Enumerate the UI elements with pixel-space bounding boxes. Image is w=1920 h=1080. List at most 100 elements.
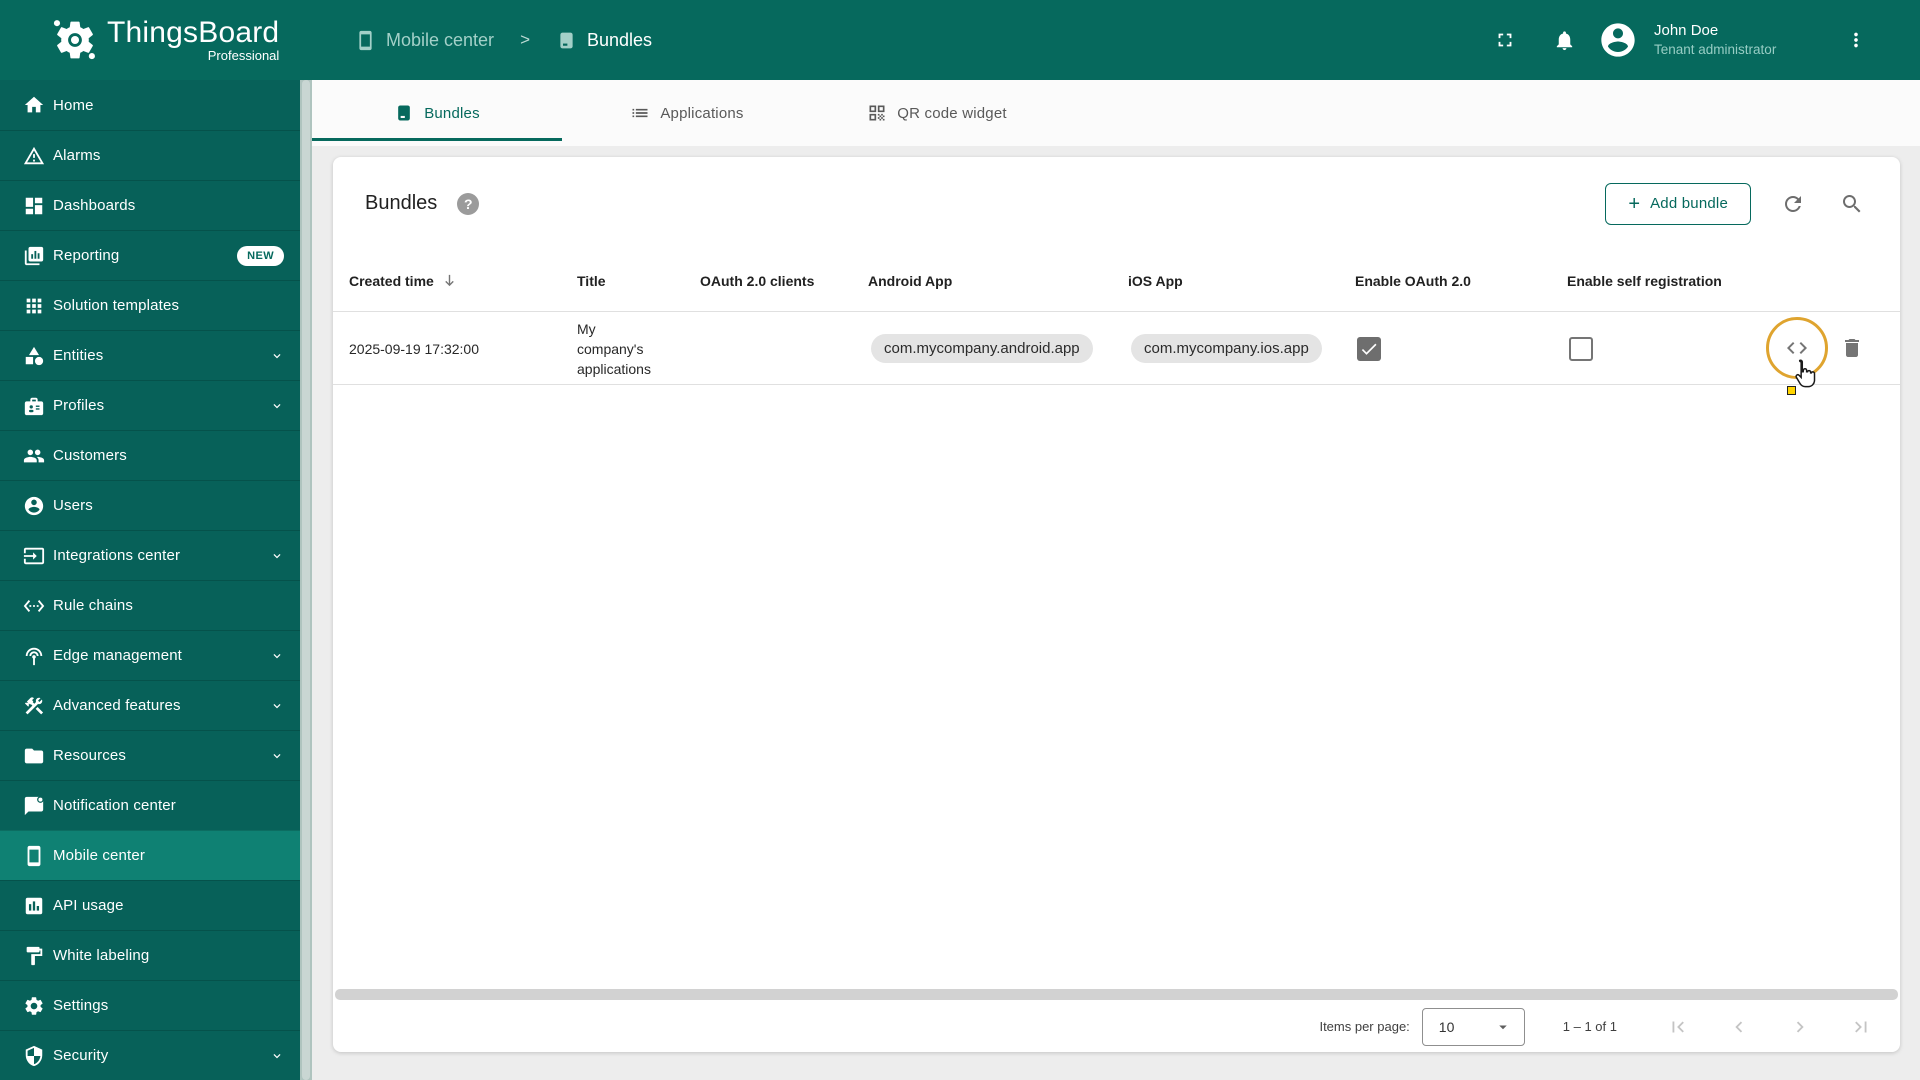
cell-enable-oauth bbox=[1355, 336, 1567, 361]
notifications-button[interactable] bbox=[1544, 20, 1584, 60]
bundle-icon bbox=[560, 32, 573, 48]
self-registration-checkbox[interactable] bbox=[1569, 336, 1593, 361]
sidebar-item-settings[interactable]: Settings bbox=[0, 980, 300, 1030]
first-page-icon bbox=[1672, 1021, 1684, 1032]
sidebar-item-reporting[interactable]: Reporting NEW bbox=[0, 230, 300, 280]
bell-icon bbox=[1556, 30, 1572, 50]
last-page-button[interactable] bbox=[1850, 1016, 1872, 1038]
widget-code-button[interactable] bbox=[1785, 336, 1809, 360]
user-menu[interactable]: John Doe Tenant administrator bbox=[1654, 21, 1806, 59]
sidebar-item-integrations-center[interactable]: Integrations center bbox=[0, 530, 300, 580]
search-button[interactable] bbox=[1830, 182, 1874, 226]
help-button[interactable]: ? bbox=[457, 192, 480, 215]
sidebar-item-advanced-features[interactable]: Advanced features bbox=[0, 680, 300, 730]
fullscreen-button[interactable] bbox=[1485, 20, 1525, 60]
sort-desc-icon bbox=[445, 274, 454, 287]
plus-icon: + bbox=[1628, 192, 1641, 215]
sidebar-item-rule-chains[interactable]: Rule chains bbox=[0, 580, 300, 630]
chevron-down-icon bbox=[273, 403, 281, 408]
sidebar-item-white-labeling[interactable]: White labeling bbox=[0, 930, 300, 980]
sidebar-item-users[interactable]: Users bbox=[0, 480, 300, 530]
refresh-icon bbox=[1785, 195, 1801, 212]
table-row[interactable]: 2025-09-19 17:32:00 My company's applica… bbox=[333, 312, 1900, 395]
chevron-down-icon bbox=[273, 1053, 281, 1058]
sidebar-item-api-usage[interactable]: API usage bbox=[0, 880, 300, 930]
next-page-button[interactable] bbox=[1789, 1016, 1811, 1038]
sidebar-item-entities[interactable]: Entities bbox=[0, 330, 300, 380]
table-header-row: Created time Title OAuth 2.0 clients And… bbox=[333, 250, 1900, 312]
gear-icon bbox=[25, 996, 43, 1015]
fullscreen-icon bbox=[1498, 33, 1512, 47]
first-page-button[interactable] bbox=[1667, 1016, 1689, 1038]
paint-icon bbox=[26, 946, 43, 965]
antenna-icon bbox=[25, 647, 43, 665]
column-title[interactable]: Title bbox=[577, 273, 700, 289]
cell-title: My company's applications bbox=[577, 320, 651, 377]
tab-qr-code-widget[interactable]: QR code widget bbox=[812, 80, 1062, 146]
sidebar-item-profiles[interactable]: Profiles bbox=[0, 380, 300, 430]
cell-created-time: 2025-09-19 17:32:00 bbox=[349, 340, 479, 357]
badge-icon bbox=[24, 397, 44, 415]
sidebar-item-security[interactable]: Security bbox=[0, 1030, 300, 1080]
column-oauth-clients[interactable]: OAuth 2.0 clients bbox=[700, 273, 868, 289]
thingsboard-logo[interactable]: ThingsBoard Professional bbox=[52, 0, 279, 80]
warning-icon bbox=[23, 146, 45, 164]
tab-applications[interactable]: Applications bbox=[562, 80, 812, 146]
sidebar: Home Alarms Dashboards Reporting NEW Sol… bbox=[0, 80, 312, 1080]
more-vert-icon bbox=[1854, 32, 1858, 48]
page-title: Bundles bbox=[365, 192, 438, 214]
list-icon bbox=[632, 108, 648, 118]
avatar[interactable] bbox=[1598, 20, 1638, 60]
sidebar-item-alarms[interactable]: Alarms bbox=[0, 130, 300, 180]
tab-bundles[interactable]: Bundles bbox=[312, 80, 562, 146]
column-ios-app[interactable]: iOS App bbox=[1128, 273, 1355, 289]
shield-icon bbox=[25, 1045, 43, 1066]
chevron-down-icon bbox=[273, 753, 281, 758]
smartphone-icon bbox=[359, 30, 372, 50]
column-android-app[interactable]: Android App bbox=[868, 273, 1128, 289]
refresh-button[interactable] bbox=[1771, 182, 1815, 226]
people-icon bbox=[23, 449, 45, 462]
sidebar-item-notification-center[interactable]: Notification center bbox=[0, 780, 300, 830]
top-header: ThingsBoard Professional Mobile center >… bbox=[0, 0, 1920, 80]
sidebar-item-dashboards[interactable]: Dashboards bbox=[0, 180, 300, 230]
tab-bar: Bundles Applications QR code widget bbox=[312, 80, 1920, 146]
sidebar-item-solution-templates[interactable]: Solution templates bbox=[0, 280, 300, 330]
category-icon bbox=[25, 346, 44, 365]
account-circle-icon bbox=[24, 496, 44, 515]
more-menu-button[interactable] bbox=[1836, 20, 1876, 60]
last-page-icon bbox=[1855, 1021, 1867, 1032]
sidebar-item-mobile-center[interactable]: Mobile center bbox=[0, 830, 300, 880]
column-created-time[interactable]: Created time bbox=[333, 272, 577, 289]
delete-button[interactable] bbox=[1840, 336, 1864, 360]
sidebar-item-customers[interactable]: Customers bbox=[0, 430, 300, 480]
page-range-label: 1 – 1 of 1 bbox=[1562, 1019, 1617, 1034]
cell-android-app: com.mycompany.android.app bbox=[868, 334, 1128, 363]
previous-page-button[interactable] bbox=[1728, 1016, 1750, 1038]
reporting-icon bbox=[24, 246, 44, 265]
sidebar-scrollbar[interactable] bbox=[300, 80, 312, 1080]
ios-app-chip: com.mycompany.ios.app bbox=[1131, 334, 1322, 363]
column-enable-self-registration[interactable]: Enable self registration bbox=[1567, 273, 1779, 289]
items-per-page-select[interactable]: 10 bbox=[1421, 1007, 1525, 1046]
integration-icon bbox=[23, 547, 45, 564]
breadcrumb-current: Bundles bbox=[556, 30, 652, 51]
user-name: John Doe bbox=[1654, 22, 1719, 39]
column-enable-oauth[interactable]: Enable OAuth 2.0 bbox=[1355, 273, 1567, 289]
new-badge: NEW bbox=[237, 245, 284, 266]
dashboard-icon bbox=[25, 197, 43, 214]
add-bundle-button[interactable]: + Add bundle bbox=[1605, 182, 1751, 225]
horizontal-scrollbar[interactable] bbox=[335, 989, 1898, 1000]
dropdown-arrow-icon bbox=[1499, 1025, 1507, 1029]
ethernet-icon bbox=[23, 599, 45, 612]
breadcrumb-mobile-center[interactable]: Mobile center bbox=[355, 30, 494, 51]
logo-subtitle: Professional bbox=[207, 48, 280, 63]
breadcrumb-parent-label: Mobile center bbox=[386, 29, 495, 50]
sidebar-item-edge-management[interactable]: Edge management bbox=[0, 630, 300, 680]
sidebar-item-resources[interactable]: Resources bbox=[0, 730, 300, 780]
bundle-icon bbox=[398, 105, 411, 121]
oauth-checkbox[interactable] bbox=[1357, 336, 1381, 361]
logo-title: ThingsBoard bbox=[107, 16, 280, 49]
sidebar-item-home[interactable]: Home bbox=[0, 80, 300, 130]
check-icon bbox=[1361, 343, 1377, 355]
